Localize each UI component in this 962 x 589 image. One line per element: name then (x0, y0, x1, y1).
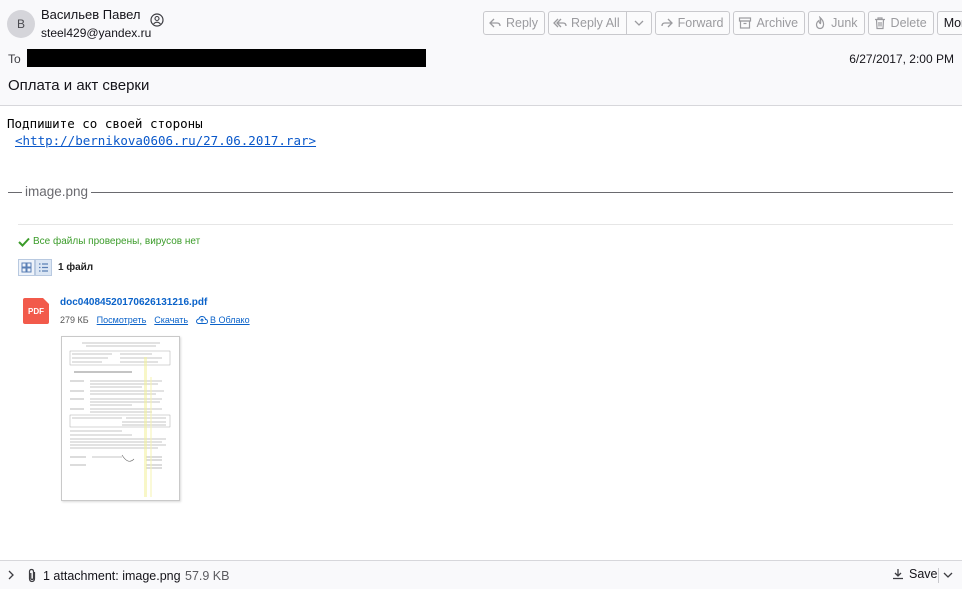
cloud-link: В Облако (210, 315, 250, 325)
save-label: Save (909, 567, 938, 581)
document-preview-image (69, 342, 171, 497)
delete-label: Delete (890, 16, 927, 30)
scan-status-text: Все файлы проверены, вирусов нет (33, 236, 201, 247)
view-toggle (18, 259, 52, 276)
sender-avatar: В (7, 10, 35, 38)
forward-icon (660, 18, 673, 28)
body-text: Подпишите со своей стороны (7, 116, 203, 131)
document-thumbnail (61, 336, 180, 501)
grid-view-button (18, 259, 35, 276)
chevron-right-icon[interactable] (6, 570, 16, 580)
add-contact-icon[interactable] (150, 13, 164, 27)
reply-all-icon (553, 18, 567, 28)
message-toolbar: Reply Reply All Forward Archive Junk Del… (483, 11, 962, 35)
checkmark-icon (18, 237, 30, 247)
grid-icon (21, 262, 32, 273)
forward-label: Forward (677, 16, 724, 30)
attachment-legend: image.png (22, 184, 92, 199)
sender-name[interactable]: Васильев Павел (41, 7, 141, 22)
file-size: 279 КБ (60, 315, 89, 325)
forward-button[interactable]: Forward (654, 11, 731, 35)
download-icon (893, 569, 903, 580)
file-name: doc04084520170626131216.pdf (60, 297, 208, 308)
pdf-icon-label: PDF (28, 306, 44, 316)
message-date: 6/27/2017, 2:00 PM (849, 52, 954, 66)
attachment-bar: 1 attachment: image.png 57.9 KB Save (0, 560, 962, 589)
archive-button[interactable]: Archive (733, 11, 806, 35)
reply-all-group: Reply All (547, 11, 652, 35)
chevron-down-icon (634, 20, 644, 26)
chevron-down-icon[interactable] (943, 571, 953, 579)
archive-label: Archive (756, 16, 799, 30)
reply-all-label: Reply All (570, 16, 620, 30)
junk-label: Junk (831, 16, 858, 30)
reply-all-button[interactable]: Reply All (547, 11, 627, 35)
paperclip-icon (28, 568, 36, 583)
body-link[interactable]: <http://bernikova0606.ru/27.06.2017.rar> (15, 132, 316, 149)
message-header: В Васильев Павел steel429@yandex.ru Repl… (0, 0, 962, 106)
reply-all-dropdown[interactable] (626, 11, 652, 35)
archive-icon (739, 17, 752, 29)
delete-button[interactable]: Delete (867, 11, 934, 35)
trash-icon (874, 17, 885, 30)
message-body: Подпишите со своей стороны <http://berni… (7, 115, 316, 149)
download-file-link: Скачать (154, 315, 189, 325)
pdf-file-icon: PDF (23, 298, 49, 324)
reply-label: Reply (506, 16, 538, 30)
sender-email[interactable]: steel429@yandex.ru (41, 26, 151, 40)
recipient-redacted (27, 49, 426, 67)
message-subject: Оплата и акт сверки (8, 77, 150, 94)
view-file-link: Посмотреть (96, 315, 147, 325)
attachment-divider (8, 192, 953, 193)
save-divider (938, 568, 939, 583)
embedded-separator (18, 224, 953, 225)
to-label: To (8, 52, 21, 66)
attachment-size: 57.9 KB (185, 569, 230, 583)
cloud-icon (196, 316, 208, 324)
reply-button[interactable]: Reply (483, 11, 545, 35)
more-button[interactable]: More (936, 11, 962, 35)
attachment-label[interactable]: 1 attachment: image.png (43, 569, 181, 583)
junk-button[interactable]: Junk (808, 11, 865, 35)
save-button[interactable]: Save (892, 567, 938, 581)
file-meta: 279 КБ Посмотреть Скачать В Облако (60, 315, 250, 325)
save-to-cloud: В Облако (196, 315, 250, 325)
files-count: 1 файл (58, 262, 94, 273)
reply-icon (489, 18, 501, 28)
virus-scan-status: Все файлы проверены, вирусов нет (18, 236, 200, 247)
more-label: More (943, 16, 962, 30)
list-view-button (35, 259, 52, 276)
flame-icon (816, 16, 825, 30)
list-icon (39, 263, 48, 272)
